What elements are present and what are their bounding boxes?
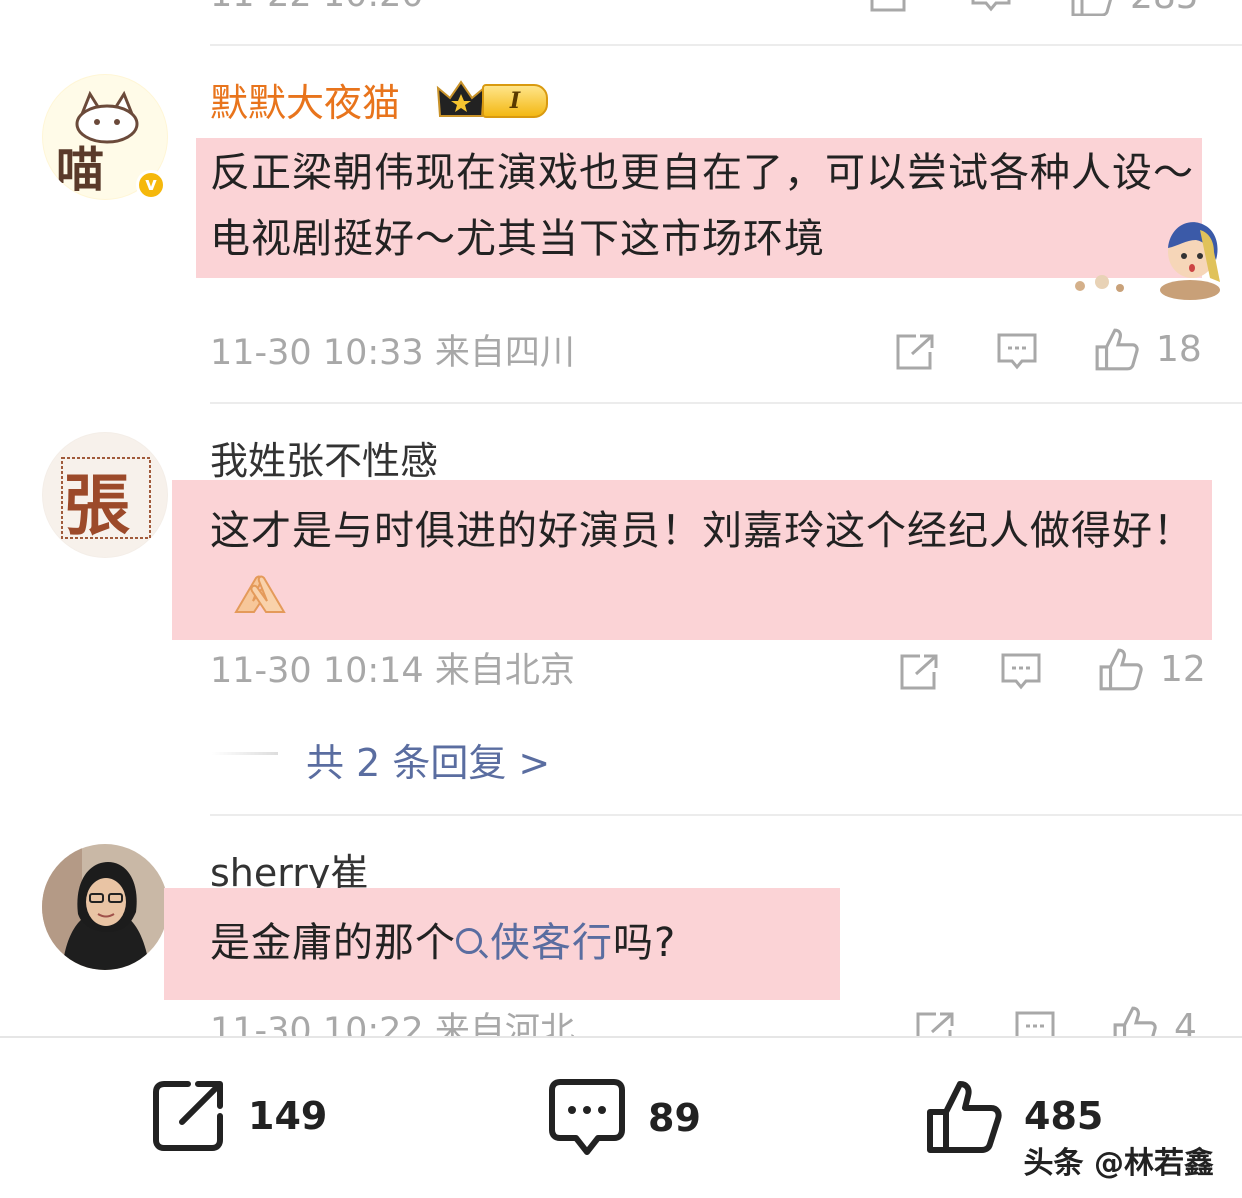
username[interactable]: 默默大夜猫: [210, 80, 400, 126]
thumbs-up-icon: [1095, 328, 1139, 371]
comment-count: 89: [648, 1096, 701, 1140]
divider: [210, 402, 1242, 404]
like-button[interactable]: 12: [1098, 646, 1206, 692]
like-count: 285: [1130, 0, 1199, 16]
comment-text: 是金庸的那个 侠客行吗?: [210, 910, 676, 976]
verified-badge-icon: v: [136, 170, 166, 200]
comment-icon: [997, 333, 1037, 370]
reply-indent-line: [212, 752, 278, 755]
avatar[interactable]: 張: [42, 432, 168, 558]
like-count: 12: [1160, 648, 1206, 690]
top-partial-actions: 285: [860, 0, 1242, 16]
comment-button[interactable]: [1000, 652, 1042, 692]
comment-button[interactable]: [970, 0, 1012, 14]
share-icon: [896, 334, 934, 370]
share-icon: [153, 1081, 223, 1151]
sticker-girl-icon: [1050, 212, 1222, 302]
comment-body: 是金庸的那个: [210, 920, 456, 966]
thumbs-up-icon: [1071, 0, 1112, 16]
comment-icon: [549, 1079, 625, 1155]
watermark: 头条 @林若鑫: [1023, 1146, 1214, 1181]
comment-text: 这才是与时俱进的好演员！刘嘉玲这个经纪人做得好！: [210, 498, 1200, 636]
thumbs-up-icon: [1113, 1006, 1157, 1036]
svg-text:張: 張: [64, 466, 130, 544]
share-button[interactable]: [868, 0, 910, 14]
level-label: I: [482, 84, 548, 118]
share-button[interactable]: [894, 332, 936, 372]
share-button[interactable]: [914, 1010, 956, 1036]
comment-button[interactable]: [996, 332, 1038, 372]
comment-icon: [971, 0, 1011, 12]
share-button[interactable]: [898, 652, 940, 692]
share-icon: [916, 1012, 954, 1036]
like-button[interactable]: 18: [1094, 326, 1202, 372]
view-replies-link[interactable]: 共 2 条回复 >: [306, 732, 550, 787]
divider: [210, 814, 1242, 816]
comment-meta: 11-30 10:33 来自四川: [210, 333, 575, 373]
comment-icon: [1015, 1011, 1055, 1036]
like-count: 485: [1024, 1094, 1104, 1138]
clapping-hands-emoji-icon: [230, 570, 290, 636]
comment-meta: 11-30 10:14 来自北京: [210, 651, 575, 691]
comment-meta: 11-30 10:22 来自河北: [210, 1011, 575, 1036]
share-icon: [870, 0, 906, 12]
comment-meta-row-clipped: 11-30 10:22 来自河北 4: [0, 1000, 1242, 1036]
like-button[interactable]: 285: [1070, 0, 1199, 16]
repost-count: 149: [248, 1094, 328, 1138]
thumbs-up-icon: [927, 1081, 1002, 1153]
like-button[interactable]: 4: [1112, 1004, 1197, 1036]
comment-button[interactable]: [1014, 1010, 1056, 1036]
search-icon: [456, 928, 482, 954]
topic-link[interactable]: 侠客行: [456, 920, 613, 966]
like-count: 4: [1174, 1006, 1197, 1037]
username[interactable]: 我姓张不性感: [210, 438, 438, 484]
like-count: 18: [1156, 328, 1202, 370]
vip-level-badge: I: [436, 80, 548, 122]
svg-text:喵: 喵: [56, 142, 104, 198]
comment-button[interactable]: 89: [548, 1078, 701, 1158]
avatar[interactable]: [42, 844, 168, 970]
crown-icon: [436, 80, 486, 117]
share-icon: [900, 654, 938, 690]
comment-icon: [1001, 653, 1041, 690]
divider: [210, 44, 1242, 46]
comment-body: 这才是与时俱进的好演员！刘嘉玲这个经纪人做得好！: [210, 508, 1194, 554]
comment-meta: 11-22 10:20: [210, 0, 424, 16]
repost-button[interactable]: 149: [150, 1078, 327, 1154]
comment-body-end: 吗?: [613, 920, 677, 966]
thumbs-up-icon: [1099, 648, 1143, 691]
